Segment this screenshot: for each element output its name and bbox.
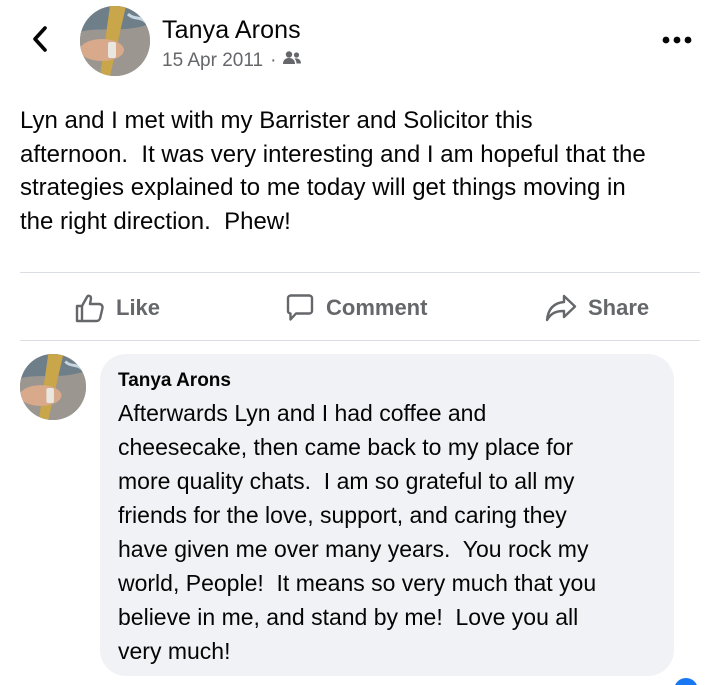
divider-bottom [20, 340, 700, 341]
like-label: Like [116, 295, 161, 320]
comment-author-name[interactable]: Tanya Arons [118, 370, 231, 392]
commenter-avatar[interactable] [20, 354, 86, 420]
author-avatar[interactable] [80, 6, 150, 76]
post-text: Lyn and I met with my Barrister and Soli… [20, 107, 646, 235]
post-date[interactable]: 15 Apr 2011 [162, 50, 263, 72]
share-button[interactable]: Share [544, 276, 649, 340]
comment-button[interactable]: Comment [284, 276, 427, 340]
back-button[interactable] [26, 24, 54, 58]
more-horizontal-icon [662, 31, 692, 49]
more-options-button[interactable] [660, 30, 694, 50]
post-meta: 15 Apr 2011 · [162, 50, 302, 72]
post-header: Tanya Arons 15 Apr 2011 · [0, 0, 720, 90]
reaction-badge-icon [674, 678, 698, 685]
comment-bubble-icon [284, 292, 316, 324]
thumbs-up-icon [74, 292, 106, 324]
meta-separator: · [270, 50, 277, 71]
action-bar: Like Comment Share [0, 276, 720, 340]
comment-label: Comment [326, 295, 428, 320]
comment-bubble[interactable]: Tanya Arons Afterwards Lyn and I had cof… [100, 354, 674, 676]
share-arrow-icon [544, 293, 578, 323]
comment-text: Afterwards Lyn and I had coffee and chee… [118, 400, 597, 664]
chevron-left-icon [32, 25, 48, 58]
divider-top [20, 272, 700, 273]
share-label: Share [588, 295, 650, 320]
like-button[interactable]: Like [74, 276, 160, 340]
friends-icon[interactable] [282, 50, 302, 72]
author-name[interactable]: Tanya Arons [162, 16, 301, 45]
post-detail-page: Tanya Arons 15 Apr 2011 · Lyn and I met … [0, 0, 720, 685]
